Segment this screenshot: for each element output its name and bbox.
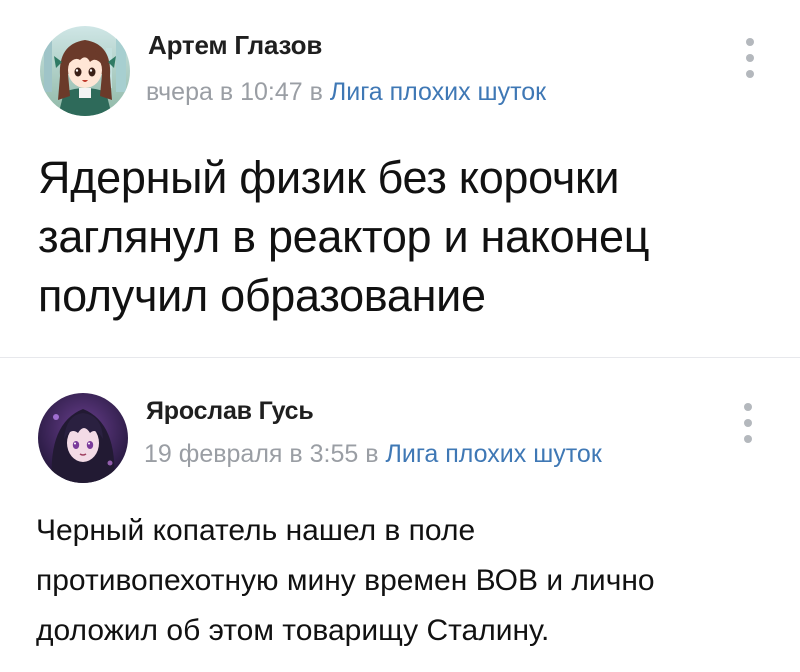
- dot: [744, 435, 752, 443]
- dot: [746, 38, 754, 46]
- post-meta: вчера в 10:47 в Лига плохих шуток: [146, 78, 546, 107]
- post-text: Черный копатель нашел в поле противопехо…: [36, 506, 786, 656]
- anime-girl-avatar-icon: [40, 26, 130, 116]
- author-name[interactable]: Ярослав Гусь: [146, 397, 314, 426]
- post-item: Артем Глазов вчера в 10:47 в Лига плохих…: [0, 0, 800, 358]
- post-text-line: Черный копатель нашел в поле: [36, 514, 476, 547]
- post-date: вчера в 10:47: [146, 78, 303, 106]
- dot: [744, 419, 752, 427]
- group-link[interactable]: Лига плохих шуток: [385, 440, 601, 468]
- more-vertical-icon[interactable]: [742, 401, 754, 445]
- in-word: в: [309, 78, 323, 106]
- dot: [746, 54, 754, 62]
- group-link[interactable]: Лига плохих шуток: [330, 78, 546, 106]
- post-date: 19 февраля в 3:55: [144, 440, 359, 468]
- dot: [746, 70, 754, 78]
- post-text: Ядерный физик без корочки заглянул в реа…: [38, 148, 778, 325]
- post-text-line: получил образование: [38, 270, 486, 321]
- post-meta: 19 февраля в 3:55 в Лига плохих шуток: [144, 440, 602, 469]
- author-avatar[interactable]: [38, 393, 128, 483]
- author-avatar[interactable]: [40, 26, 130, 116]
- post-text-line: Ядерный физик без корочки: [38, 152, 620, 203]
- post-text-line: доложил об этом товарищу Сталину.: [36, 614, 550, 647]
- post-text-line: противопехотную мину времен ВОВ и лично: [36, 564, 655, 597]
- post-text-line: заглянул в реактор и наконец: [38, 211, 650, 262]
- dark-haired-anime-avatar-icon: [38, 393, 128, 483]
- post-separator: [0, 357, 800, 358]
- post-item: Ярослав Гусь 19 февраля в 3:55 в Лига пл…: [0, 359, 800, 672]
- in-word: в: [365, 440, 379, 468]
- author-name[interactable]: Артем Глазов: [148, 30, 322, 61]
- more-vertical-icon[interactable]: [744, 36, 756, 80]
- dot: [744, 403, 752, 411]
